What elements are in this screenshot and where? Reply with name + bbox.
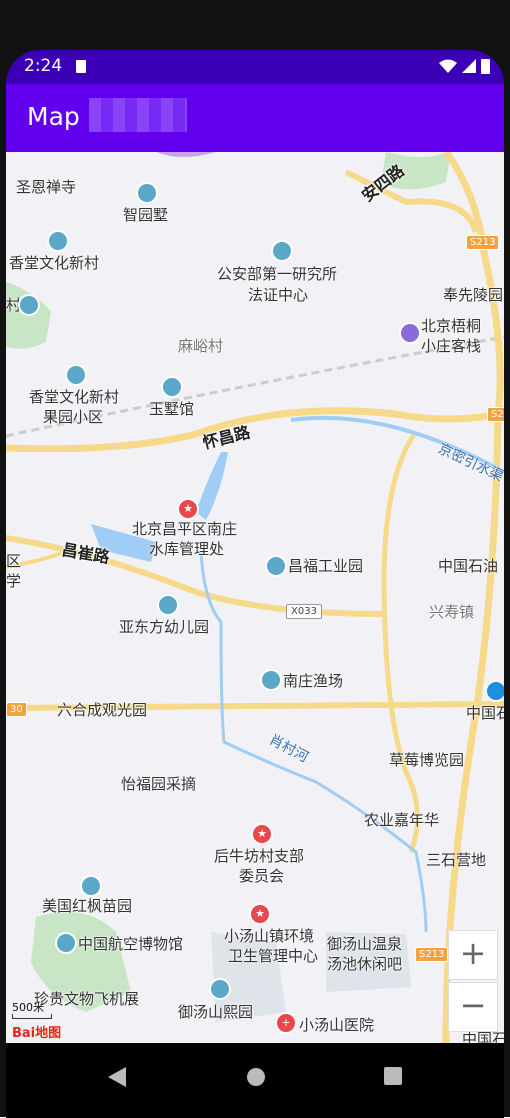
highway-shield: S213 xyxy=(466,235,500,250)
wifi-icon xyxy=(439,59,457,73)
place-label: 中国航空博物馆 xyxy=(78,935,184,953)
school-icon[interactable] xyxy=(157,594,179,616)
place-label: 果园小区 xyxy=(43,408,104,426)
building-icon[interactable] xyxy=(265,555,287,577)
gas-station-icon[interactable] xyxy=(485,680,504,702)
place-label: 珍贵文物飞机展 xyxy=(34,990,140,1008)
place-label: 水库管理处 xyxy=(149,540,225,558)
hotel-icon[interactable] xyxy=(399,322,421,344)
recents-icon[interactable] xyxy=(384,1067,402,1085)
highway-shield: 30 xyxy=(6,702,27,717)
scale-bar xyxy=(12,1014,52,1019)
baidu-logo: Bai地图 xyxy=(12,1026,62,1041)
county-road-sign: X033 xyxy=(286,604,322,619)
status-time: 2:24 xyxy=(24,56,63,76)
building-icon[interactable] xyxy=(260,669,282,691)
government-icon[interactable]: ★ xyxy=(249,903,271,925)
place-label: 怡福园采摘 xyxy=(121,775,197,793)
place-label: 小汤山医院 xyxy=(299,1016,375,1034)
place-label: 法证中心 xyxy=(248,286,309,304)
place-label: 香堂文化新村 xyxy=(9,254,100,272)
place-label: 香堂文化新村 xyxy=(29,388,120,406)
sd-card-icon xyxy=(76,60,86,73)
place-label: 亚东方幼儿园 xyxy=(119,618,210,636)
map-view[interactable]: 圣恩禅寺 智园墅 香堂文化新村 公安部第一研究所 法证中心 奉先陵园 村 麻峪村… xyxy=(6,152,504,1043)
place-label: 中国石 xyxy=(466,704,504,722)
place-label: 后牛坊村支部 xyxy=(214,847,305,865)
place-label: 中国石油 xyxy=(438,557,499,575)
place-label: 委员会 xyxy=(239,867,285,885)
place-label: 圣恩禅寺 xyxy=(16,178,77,196)
place-label: 北京昌平区南庄 xyxy=(132,520,238,538)
residence-icon[interactable] xyxy=(161,376,183,398)
phone-frame: 2:24 Map 圣恩禅寺 智园墅 香堂文化新村 公安部第一研究所 法证中心 奉… xyxy=(0,0,510,1118)
place-label: 汤池休闲吧 xyxy=(327,955,403,973)
government-icon[interactable]: ★ xyxy=(177,498,199,520)
home-icon[interactable] xyxy=(246,1067,266,1087)
place-label: 智园墅 xyxy=(123,206,169,224)
signal-icon xyxy=(462,59,476,73)
place-label: 小庄客栈 xyxy=(421,337,482,355)
town-label: 兴寿镇 xyxy=(429,603,475,621)
place-label: 御汤山熙园 xyxy=(178,1003,254,1021)
place-label: 美国红枫苗园 xyxy=(42,897,133,915)
status-bar: 2:24 xyxy=(6,50,504,84)
status-icons xyxy=(439,58,490,74)
place-label: 御汤山温泉 xyxy=(327,935,403,953)
residence-icon[interactable] xyxy=(18,294,40,316)
place-label: 北京梧桐 xyxy=(421,317,482,335)
navigation-bar xyxy=(6,1043,504,1118)
place-label: 六合成观光园 xyxy=(57,701,148,719)
government-icon[interactable]: ★ xyxy=(251,823,273,845)
redacted-title-block xyxy=(89,98,187,132)
scale-label: 500米 xyxy=(12,1001,44,1014)
place-label: 公安部第一研究所 xyxy=(217,265,338,283)
place-label: 昌福工业园 xyxy=(288,557,364,575)
hospital-icon[interactable]: + xyxy=(275,1012,297,1034)
highway-shield: S21 xyxy=(487,407,504,422)
highway-shield: S213 xyxy=(415,947,449,962)
place-label: 农业嘉年华 xyxy=(364,811,440,829)
place-label: 草莓博览园 xyxy=(389,751,465,769)
place-label: 学 xyxy=(6,572,22,590)
back-icon[interactable] xyxy=(108,1067,126,1087)
place-label: 南庄渔场 xyxy=(283,672,344,690)
battery-icon xyxy=(481,59,490,74)
place-label: 小汤山镇环境 xyxy=(224,927,315,945)
zoom-in-button[interactable]: + xyxy=(448,930,498,980)
place-label: 三石营地 xyxy=(426,851,487,869)
app-title: Map xyxy=(27,102,80,131)
village-label: 麻峪村 xyxy=(178,337,224,355)
residence-icon[interactable] xyxy=(65,364,87,386)
residence-icon[interactable] xyxy=(136,182,158,204)
screen: 2:24 Map 圣恩禅寺 智园墅 香堂文化新村 公安部第一研究所 法证中心 奉… xyxy=(6,50,504,1118)
place-label: 奉先陵园 xyxy=(443,286,504,304)
residence-icon[interactable] xyxy=(209,978,231,1000)
residence-icon[interactable] xyxy=(47,230,69,252)
park-icon[interactable] xyxy=(80,875,102,897)
place-label: 卫生管理中心 xyxy=(228,947,319,965)
museum-icon[interactable] xyxy=(55,932,77,954)
app-bar: Map xyxy=(6,84,504,152)
zoom-out-button[interactable]: − xyxy=(448,982,498,1032)
place-label: 玉墅馆 xyxy=(149,400,195,418)
building-icon[interactable] xyxy=(271,240,293,262)
place-label: 区 xyxy=(6,552,22,570)
